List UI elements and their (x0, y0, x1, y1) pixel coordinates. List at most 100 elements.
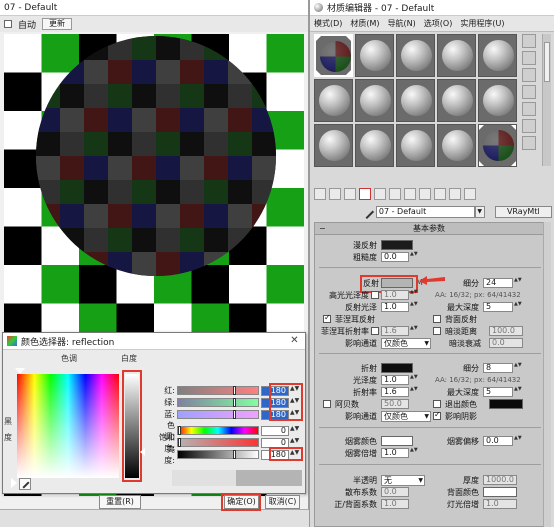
video-check-icon[interactable] (522, 102, 536, 116)
back-reflect-checkbox[interactable] (433, 315, 441, 323)
color-slider-value[interactable]: 0 (261, 425, 289, 436)
affect-shadows-checkbox[interactable] (433, 410, 441, 420)
blackness-marker-icon[interactable] (11, 478, 17, 488)
material-id-icon[interactable] (404, 188, 416, 200)
refract-max-depth-value[interactable]: 5 (483, 387, 513, 397)
reflect-gloss-spinner[interactable]: ▲▼ (410, 302, 418, 312)
scatter-value[interactable]: 0.0 (381, 487, 409, 497)
dim-distance-value[interactable]: 100.0 (489, 326, 523, 336)
material-slot[interactable] (396, 124, 435, 167)
material-slot[interactable] (478, 34, 517, 77)
material-slot[interactable] (396, 34, 435, 77)
background-icon[interactable] (522, 68, 536, 82)
color-value-spinner[interactable]: ▲▼ (290, 425, 299, 436)
sample-type-icon[interactable] (522, 34, 536, 48)
abbe-checkbox[interactable] (323, 400, 331, 408)
refract-affect-dropdown[interactable]: 仅颜色 ▼ (381, 411, 431, 422)
color-slider-track[interactable] (177, 426, 259, 435)
refract-subdivs-value[interactable]: 8 (483, 363, 513, 373)
update-button[interactable]: 更新 (42, 18, 73, 30)
material-slot[interactable] (396, 79, 435, 122)
material-slot[interactable] (437, 124, 476, 167)
color-slider-track[interactable] (177, 410, 259, 419)
color-slider-track[interactable] (177, 438, 259, 447)
assign-to-selection-icon[interactable] (344, 188, 356, 200)
reflect-max-depth-spinner[interactable]: ▲▼ (514, 302, 522, 312)
back-color-swatch[interactable] (483, 487, 517, 497)
material-slot[interactable] (314, 79, 353, 122)
menu-options[interactable]: 选项(O) (424, 18, 453, 29)
ior-value[interactable]: 1.6 (381, 387, 409, 397)
material-slot[interactable] (355, 34, 394, 77)
light-mult-value[interactable]: 1.0 (483, 499, 517, 509)
exit-color-checkbox[interactable] (433, 400, 441, 408)
diffuse-color-swatch[interactable] (381, 240, 413, 250)
collapse-icon[interactable]: − (319, 223, 326, 235)
params-scrollbar[interactable] (543, 222, 551, 527)
refract-max-depth-spinner[interactable]: ▲▼ (514, 387, 522, 397)
make-preview-icon[interactable] (522, 119, 536, 133)
show-end-result-icon[interactable] (434, 188, 446, 200)
fresnel-ior-lock[interactable] (371, 327, 379, 335)
make-unique-icon[interactable] (374, 188, 386, 200)
color-value-spinner[interactable]: ▲▼ (290, 437, 299, 448)
color-slider-track[interactable] (177, 386, 259, 395)
fog-mult-spinner[interactable]: ▲▼ (410, 448, 418, 458)
whiteness-pointer-icon[interactable] (140, 448, 145, 456)
chevron-down-icon[interactable]: ▼ (474, 206, 485, 218)
material-slot[interactable] (355, 124, 394, 167)
dim-falloff-value[interactable]: 0.0 (489, 338, 523, 348)
hue-blackness-field[interactable] (17, 374, 119, 478)
auto-checkbox[interactable] (4, 20, 12, 28)
fog-color-swatch[interactable] (381, 436, 413, 446)
refract-color-swatch[interactable] (381, 363, 413, 373)
roughness-spinner[interactable]: ▲▼ (410, 252, 418, 262)
dim-distance-checkbox[interactable] (433, 327, 441, 335)
material-slot[interactable] (437, 34, 476, 77)
show-map-icon[interactable] (419, 188, 431, 200)
abbe-value[interactable]: 50.0 (381, 399, 409, 409)
slots-scroll-thumb[interactable] (544, 42, 550, 82)
rollout-header[interactable]: − 基本参数 (315, 223, 543, 235)
ior-spinner[interactable]: ▲▼ (410, 387, 418, 397)
fog-bias-spinner[interactable]: ▲▼ (514, 436, 522, 446)
material-type-button[interactable]: VRayMtl (494, 206, 552, 218)
cancel-button[interactable]: 取消(C) (265, 495, 300, 509)
color-slider-thumb[interactable] (232, 450, 236, 459)
material-slot[interactable] (355, 79, 394, 122)
color-slider-thumb[interactable] (178, 426, 181, 435)
fresnel-ior-spinner[interactable]: ▲▼ (410, 326, 418, 336)
roughness-value[interactable]: 0.0 (381, 252, 409, 262)
color-slider-track[interactable] (177, 450, 259, 459)
backlight-icon[interactable] (522, 51, 536, 65)
color-slider-track[interactable] (177, 398, 259, 407)
color-slider-thumb[interactable] (178, 438, 181, 447)
go-to-parent-icon[interactable] (449, 188, 461, 200)
menu-utilities[interactable]: 实用程序(U) (460, 18, 504, 29)
material-slot[interactable] (478, 79, 517, 122)
fwd-bck-value[interactable]: 1.0 (381, 499, 409, 509)
reflect-subdivs-spinner[interactable]: ▲▼ (514, 278, 522, 288)
reflect-subdivs-value[interactable]: 24 (483, 278, 513, 288)
fresnel-ior-value[interactable]: 1.6 (381, 326, 409, 336)
color-slider-thumb[interactable] (232, 398, 236, 407)
material-slot[interactable] (314, 124, 353, 167)
options-icon[interactable] (522, 136, 536, 150)
material-slot[interactable] (437, 79, 476, 122)
material-name-field[interactable]: 07 - Default (375, 206, 475, 218)
fresnel-checkbox[interactable] (323, 313, 331, 323)
hilight-gloss-spinner[interactable]: ▲▼ (410, 290, 418, 300)
slots-scrollbar[interactable] (542, 34, 551, 166)
eyedropper-icon[interactable] (19, 478, 31, 490)
fog-bias-value[interactable]: 0.0 (483, 436, 513, 446)
reset-map-icon[interactable] (359, 188, 371, 200)
uv-tiling-icon[interactable] (522, 85, 536, 99)
reflect-affect-dropdown[interactable]: 仅颜色 ▼ (381, 338, 431, 349)
refract-subdivs-spinner[interactable]: ▲▼ (514, 363, 522, 373)
material-slot[interactable] (314, 34, 353, 77)
reflect-max-depth-value[interactable]: 5 (483, 302, 513, 312)
get-material-icon[interactable] (314, 188, 326, 200)
menu-navigation[interactable]: 导航(N) (388, 18, 416, 29)
color-slider-thumb[interactable] (232, 410, 236, 419)
put-to-scene-icon[interactable] (329, 188, 341, 200)
